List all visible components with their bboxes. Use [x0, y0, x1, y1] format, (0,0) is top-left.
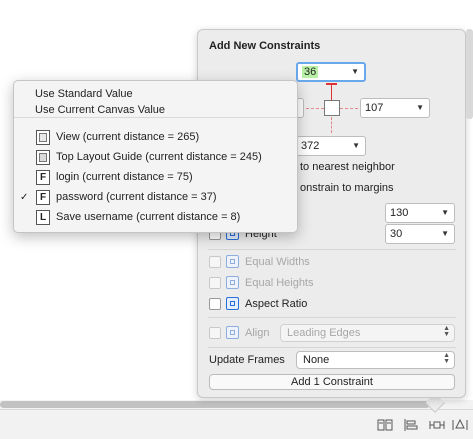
- align-select-arrows-icon: ▲ ▼: [443, 325, 450, 338]
- equal-widths-icon: [226, 255, 239, 268]
- equal-heights-icon: [226, 276, 239, 289]
- top-spacing-field[interactable]: 36 ▼: [296, 62, 366, 82]
- top-strut-icon[interactable]: [331, 85, 332, 100]
- width-value: 130: [390, 207, 409, 219]
- align-checkbox[interactable]: [209, 327, 221, 339]
- update-frames-value: None: [303, 354, 330, 366]
- horizontal-scrollbar[interactable]: [0, 400, 473, 409]
- align-label: Align: [245, 327, 270, 339]
- divider: [208, 347, 456, 348]
- menu-item-save-username[interactable]: Save username (current distance = 8): [56, 211, 240, 223]
- equal-widths-label: Equal Widths: [245, 256, 310, 268]
- pin-icon[interactable]: [429, 418, 445, 432]
- menu-item-login[interactable]: login (current distance = 75): [56, 171, 193, 183]
- update-frames-arrows-icon: ▲ ▼: [443, 352, 450, 365]
- layout-guide-icon: [36, 150, 50, 165]
- divider: [208, 317, 456, 318]
- label-icon: L: [36, 210, 50, 225]
- canvas-bottom-bar: [0, 409, 473, 439]
- menu-separator: [14, 117, 297, 118]
- align-constraint-icon: [226, 326, 239, 339]
- equal-widths-checkbox[interactable]: [209, 256, 221, 268]
- bottom-spacing-value: 372: [301, 140, 320, 152]
- spacing-options-menu: Use Standard Value Use Current Canvas Va…: [13, 80, 298, 233]
- width-field[interactable]: 130 ▼: [385, 203, 455, 223]
- height-field[interactable]: 30 ▼: [385, 224, 455, 244]
- spacing-to-neighbor-label: to nearest neighbor: [300, 161, 395, 173]
- aspect-ratio-label: Aspect Ratio: [245, 298, 308, 310]
- menu-item-view[interactable]: View (current distance = 265): [56, 131, 199, 143]
- view-icon: [36, 130, 50, 145]
- text-field-icon: F: [36, 190, 50, 205]
- bottom-strut-icon[interactable]: [331, 117, 332, 133]
- bottom-spacing-dropdown-icon[interactable]: ▼: [352, 137, 360, 155]
- constrain-to-margins-label[interactable]: onstrain to margins: [300, 182, 394, 194]
- embed-in-stack-icon[interactable]: [377, 418, 393, 432]
- equal-heights-checkbox[interactable]: [209, 277, 221, 289]
- align-select-value: Leading Edges: [287, 327, 361, 339]
- right-spacing-field[interactable]: 107 ▼: [360, 98, 430, 118]
- aspect-ratio-checkbox[interactable]: [209, 298, 221, 310]
- view-box-icon: [324, 100, 340, 116]
- menu-item-use-canvas-value[interactable]: Use Current Canvas Value: [35, 104, 165, 116]
- width-dropdown-icon[interactable]: ▼: [441, 204, 449, 222]
- equal-heights-label: Equal Heights: [245, 277, 314, 289]
- menu-item-password[interactable]: password (current distance = 37): [56, 191, 217, 203]
- resolve-issues-icon[interactable]: [452, 418, 468, 432]
- right-spacing-dropdown-icon[interactable]: ▼: [416, 99, 424, 117]
- menu-item-top-layout-guide[interactable]: Top Layout Guide (current distance = 245…: [56, 151, 262, 163]
- top-spacing-dropdown-icon[interactable]: ▼: [351, 64, 359, 80]
- menu-item-use-standard-value[interactable]: Use Standard Value: [35, 88, 133, 100]
- height-dropdown-icon[interactable]: ▼: [441, 225, 449, 243]
- align-select[interactable]: Leading Edges ▲ ▼: [280, 324, 455, 342]
- align-icon[interactable]: [403, 418, 419, 432]
- height-value: 30: [390, 228, 403, 240]
- text-field-icon: F: [36, 170, 50, 185]
- left-strut-icon[interactable]: [306, 108, 324, 109]
- aspect-ratio-icon: [226, 297, 239, 310]
- popover-title: Add New Constraints: [209, 40, 321, 52]
- right-strut-icon[interactable]: [340, 108, 358, 109]
- checkmark-icon: ✓: [20, 192, 29, 203]
- vertical-scrollbar-thumb[interactable]: [466, 29, 473, 119]
- update-frames-label: Update Frames: [209, 354, 285, 366]
- right-spacing-value: 107: [365, 102, 384, 114]
- update-frames-select[interactable]: None ▲ ▼: [296, 351, 455, 369]
- top-spacing-value: 36: [302, 66, 319, 78]
- bottom-spacing-field[interactable]: 372 ▼: [296, 136, 366, 156]
- add-constraint-button[interactable]: Add 1 Constraint: [209, 374, 455, 390]
- horizontal-scrollbar-thumb[interactable]: [0, 401, 430, 408]
- divider: [208, 249, 456, 250]
